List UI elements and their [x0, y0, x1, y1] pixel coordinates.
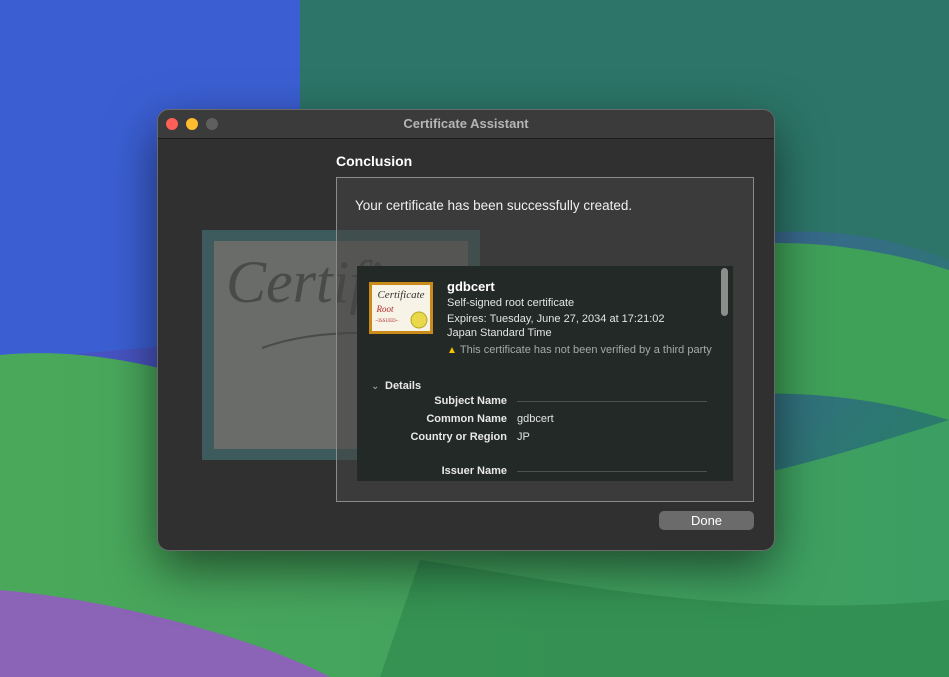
success-message: Your certificate has been successfully c… — [355, 198, 633, 213]
common-name-value: gdbcert — [517, 413, 554, 425]
issuer-divider — [517, 471, 707, 472]
chevron-down-icon[interactable]: ⌄ — [371, 381, 385, 392]
conclusion-panel: Your certificate has been successfully c… — [336, 177, 754, 502]
certificate-warning-text: This certificate has not been verified b… — [459, 344, 712, 356]
details-label: Details — [385, 380, 422, 392]
details-scrollbar[interactable] — [721, 268, 728, 316]
thumb-issued-text: ~ISSUED~ — [376, 319, 399, 324]
certificate-icon: Certificate Root ~ISSUED~ — [369, 282, 433, 334]
subject-divider — [517, 401, 707, 402]
window-title: Certificate Assistant — [403, 116, 529, 131]
country-label: Country or Region — [410, 431, 507, 443]
details-disclosure[interactable]: ⌄ Details — [371, 376, 421, 394]
title-bar[interactable]: Certificate Assistant — [158, 110, 774, 139]
certificate-warning: ▲ This certificate has not been verified … — [447, 342, 717, 359]
issuer-name-header: Issuer Name — [441, 465, 507, 477]
certificate-expires: Expires: Tuesday, June 27, 2034 at 17:21… — [447, 313, 665, 325]
certificate-details-panel[interactable]: Certificate Root ~ISSUED~ gdbcert Self-s… — [357, 266, 733, 481]
certificate-assistant-window: Certificate Assistant Certifi Conclusion… — [158, 110, 774, 550]
certificate-type: Self-signed root certificate — [447, 297, 575, 309]
certificate-name: gdbcert — [447, 279, 495, 294]
thumb-root-text: Root — [376, 304, 394, 314]
thumb-title-text: Certificate — [377, 289, 424, 301]
section-heading: Conclusion — [336, 153, 413, 169]
common-name-label: Common Name — [426, 413, 507, 425]
done-button[interactable]: Done — [659, 511, 754, 530]
certificate-timezone: Japan Standard Time — [447, 327, 552, 339]
subject-name-header: Subject Name — [434, 395, 507, 407]
country-value: JP — [517, 431, 530, 443]
warning-triangle-icon: ▲ — [447, 345, 457, 356]
